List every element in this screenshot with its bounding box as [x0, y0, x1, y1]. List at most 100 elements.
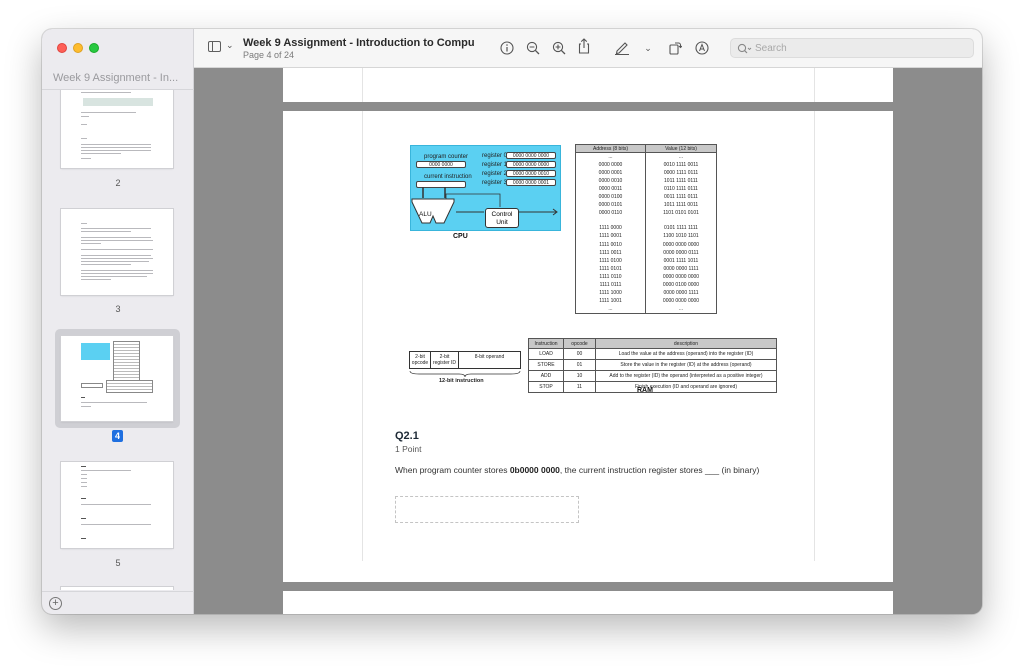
- instruction-field-register: 2-bit register ID: [431, 352, 459, 368]
- ram-row: 1111 0010 0000 0000 0000: [575, 240, 717, 249]
- opcode-header-opcode: opcode: [563, 338, 596, 349]
- opcode-header-description: description: [595, 338, 777, 349]
- chevron-down-icon[interactable]: ⌄: [226, 40, 234, 51]
- opcode-description-cell: Load the value at the address (operand) …: [595, 348, 777, 360]
- add-page-button[interactable]: +: [49, 597, 62, 610]
- register-2-label: register 2: [482, 171, 508, 177]
- rotate-icon[interactable]: [667, 40, 683, 56]
- ram-address-cell: 0000 0011: [575, 184, 646, 194]
- ram-row: 1111 1001 0000 0000 0000: [575, 297, 717, 306]
- zoom-in-icon[interactable]: [551, 40, 567, 56]
- ram-row: ......: [575, 305, 717, 314]
- ram-address-cell: ...: [575, 152, 646, 161]
- thumbnail-page-4[interactable]: [61, 336, 173, 421]
- ram-row: 1111 0100 0001 1111 1011: [575, 256, 717, 265]
- opcode-instruction-cell: STOP: [528, 381, 564, 393]
- opcode-row: ADD 10 Add to the register (ID) the operan…: [528, 370, 777, 382]
- thumbnail-page-5[interactable]: [61, 462, 173, 548]
- ram-table: Address (8 bits) Value (12 bits) ...... 0…: [575, 143, 717, 314]
- instruction-field-opcode: 2-bit opcode: [410, 352, 431, 368]
- opcode-description-cell: Store the value in the register (ID) at …: [595, 359, 777, 371]
- opcode-description-cell: Add to the register (ID) the operand (in…: [595, 370, 777, 382]
- instruction-caption: 12-bit instruction: [439, 378, 484, 384]
- close-window-button[interactable]: [57, 43, 67, 53]
- ram-value-cell: ...: [645, 152, 717, 161]
- opcode-code-cell: 11: [563, 381, 596, 393]
- ram-value-cell: 0000 0000 0000: [645, 240, 717, 249]
- thumbnail-page-3[interactable]: [61, 209, 173, 295]
- register-0-value: 0000 0000 0000: [506, 152, 556, 159]
- ram-address-cell: 0000 0110: [575, 209, 646, 218]
- share-icon[interactable]: [576, 38, 592, 54]
- ram-value-cell: 0110 1111 0111: [645, 184, 717, 194]
- page-indicator: Page 4 of 24: [243, 50, 295, 60]
- ram-row: 1111 0101 0000 0000 1111: [575, 264, 717, 273]
- ram-address-cell: 0000 0000: [575, 160, 646, 169]
- register-1-value: 0000 0000 0000: [506, 161, 556, 168]
- register-2-value: 0000 0000 0010: [506, 170, 556, 177]
- control-unit-box: Control Unit: [485, 208, 519, 228]
- sidebar-bottom-divider: [42, 591, 194, 592]
- thumbnail-sidebar: Week 9 Assignment - In... 2 3 4 5 +: [42, 29, 194, 614]
- ram-address-cell: 1111 0011: [575, 248, 646, 257]
- ram-address-cell: ...: [575, 305, 646, 314]
- next-page: [283, 591, 893, 614]
- ram-value-cell: 1011 1111 0011: [645, 201, 717, 210]
- ram-row: 0000 0011 0110 1111 0111: [575, 184, 717, 194]
- ram-row: 1111 0110 0000 0000 0000: [575, 272, 717, 281]
- document-viewport[interactable]: program counter 0000 0000 current instru…: [194, 68, 982, 614]
- thumbnail-label-selected: 4: [112, 430, 123, 442]
- opcode-instruction-cell: STORE: [528, 359, 564, 371]
- ram-address-cell: 0000 0101: [575, 201, 646, 210]
- thumbnail-page-6[interactable]: [61, 587, 173, 590]
- thumbnail-page-2[interactable]: [61, 90, 173, 168]
- current-instruction-label: current instruction: [424, 174, 472, 180]
- zoom-window-button[interactable]: [89, 43, 99, 53]
- question-text: When program counter stores 0b0000 0000,…: [395, 464, 773, 476]
- opcode-row: LOAD 00 Load the value at the address (ope…: [528, 348, 777, 360]
- ram-address-cell: 1111 0101: [575, 264, 646, 273]
- ram-address-cell: 1111 0111: [575, 281, 646, 290]
- thumbnail-label: 5: [115, 558, 121, 568]
- ram-row: 1111 1000 0000 0000 1111: [575, 289, 717, 298]
- instruction-format: 2-bit opcode 2-bit register ID 8-bit ope…: [409, 351, 521, 369]
- ram-address-cell: 1111 1001: [575, 297, 646, 306]
- ram-value-cell: 0000 0000 0000: [645, 297, 717, 306]
- instruction-field-operand: 8-bit operand: [474, 354, 505, 360]
- ram-header-value: Value (12 bits): [645, 143, 717, 154]
- markup-pen-icon[interactable]: [614, 40, 630, 56]
- ram-header-address: Address (8 bits): [575, 143, 646, 154]
- question-text-highlight: 0b0000 0000: [509, 465, 560, 475]
- info-icon[interactable]: [499, 40, 515, 56]
- chevron-down-icon[interactable]: ⌄: [640, 40, 656, 56]
- opcode-description-cell: Finish execution (ID and operand are ign…: [595, 381, 777, 393]
- ram-value-cell: 0000 0000 0111: [645, 248, 717, 257]
- ram-value-cell: 0010 1111 0011: [645, 160, 717, 169]
- opcode-row: STOP 11 Finish execution (ID and operand a…: [528, 381, 777, 393]
- ram-value-cell: ...: [645, 305, 717, 314]
- ram-address-cell: 1111 0000: [575, 224, 646, 233]
- ram-value-cell: 0000 0100 0000: [645, 281, 717, 290]
- alu-label: ALU: [419, 211, 432, 218]
- ram-value-cell: 0000 1111 0111: [645, 168, 717, 177]
- ram-address-cell: 1111 0010: [575, 240, 646, 249]
- minimize-window-button[interactable]: [73, 43, 83, 53]
- ram-value-cell: 1100 1010 1101: [645, 232, 717, 241]
- opcode-code-cell: 01: [563, 359, 596, 371]
- current-page: program counter 0000 0000 current instru…: [283, 111, 893, 582]
- opcode-instruction-cell: LOAD: [528, 348, 564, 360]
- ram-value-cell: 0001 1111 1011: [645, 256, 717, 265]
- ram-address-cell: 1111 0100: [575, 256, 646, 265]
- search-icon: [737, 42, 753, 60]
- thumbnail-list[interactable]: 2 3 4 5: [42, 90, 194, 590]
- ram-row: 1111 0001 1100 1010 1101: [575, 232, 717, 241]
- answer-field[interactable]: [395, 496, 579, 523]
- search-field[interactable]: Search: [730, 38, 974, 58]
- ram-row: 0000 0100 0011 1111 0111: [575, 193, 717, 202]
- opcode-code-cell: 10: [563, 370, 596, 382]
- sidebar-toggle-icon[interactable]: [208, 41, 221, 52]
- ram-value-cell: 0000 0000 0000: [645, 272, 717, 281]
- zoom-out-icon[interactable]: [525, 40, 541, 56]
- annotate-icon[interactable]: [694, 40, 710, 56]
- ram-value-cell: 1011 1111 0111: [645, 176, 717, 185]
